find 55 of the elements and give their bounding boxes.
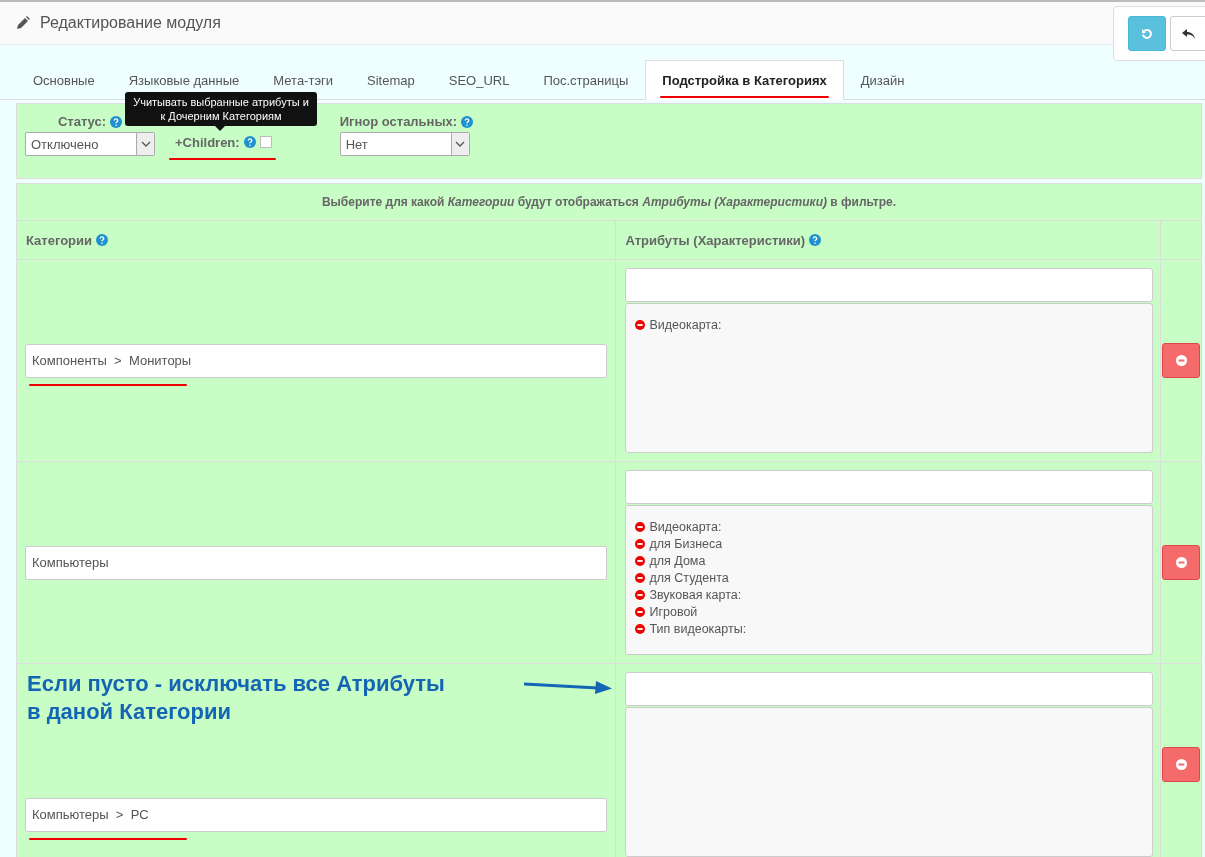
help-icon[interactable] [809,234,822,246]
help-icon[interactable] [110,115,123,128]
minus-circle-icon [635,319,646,330]
ignore-select[interactable]: Нет [339,132,470,156]
minus-circle-icon [635,606,646,617]
tab[interactable]: Пос.страницы [526,60,646,99]
attribute-item[interactable]: для Студента [649,570,729,585]
attribute-item[interactable]: Игровой [649,604,698,619]
minus-circle-icon [635,572,646,583]
page-title: Редактирование модуля [40,14,221,32]
attribute-search-field[interactable] [625,470,1153,504]
tab[interactable]: Подстройка в Категориях [645,60,844,100]
minus-circle-icon [635,623,646,634]
attribute-item[interactable]: Звуковая карта: [649,587,742,602]
children-label: +Children: [175,134,240,150]
minus-circle-icon [1175,557,1187,568]
attribute-search-field[interactable] [625,672,1153,706]
help-icon[interactable] [243,136,256,148]
category-field[interactable]: Компьютеры > PC [25,797,608,832]
tab[interactable]: Дизайн [843,60,922,99]
status-select[interactable]: Отключено [25,132,155,156]
remove-button[interactable] [1162,747,1200,782]
remove-button[interactable] [1162,343,1200,378]
attribute-item[interactable]: Видеокарта: [649,317,722,332]
minus-circle-icon [1175,355,1187,366]
remove-button[interactable] [1162,545,1200,580]
column-header: Категории [26,232,93,248]
annotation-text: Если пусто - исключать все Атрибуты в даной Категории [27,670,445,726]
minus-circle-icon [635,538,646,549]
tab[interactable]: Sitemap [350,60,432,99]
pencil-icon [16,16,30,30]
column-header: Атрибуты (Характеристики) [625,232,806,248]
tab[interactable]: Основные [16,60,112,99]
reply-arrow-icon [1182,27,1196,40]
minus-circle-icon [635,521,646,532]
help-icon[interactable] [461,115,474,128]
category-field[interactable]: Компьютеры [25,545,608,580]
refresh-icon [1141,27,1153,40]
status-label: Статус: [57,114,107,129]
attribute-item[interactable]: для Бизнеса [649,536,723,551]
help-icon[interactable] [96,234,109,246]
ignore-label: Игнор остальных: [339,114,458,129]
minus-circle-icon [635,555,646,566]
attribute-search-field[interactable] [625,268,1153,302]
back-button[interactable] [1170,16,1205,51]
minus-circle-icon [1175,759,1187,770]
tooltip-pointer-icon [215,126,225,131]
category-field[interactable]: Компоненты > Мониторы [25,343,608,378]
minus-circle-icon [635,589,646,600]
tab[interactable]: SEO_URL [431,60,527,99]
attribute-item[interactable]: для Дома [649,553,706,568]
table-caption: Выберите для какой Категории будут отображаться Атрибуты (Характеристики) в фильтре. [16,183,1202,221]
attribute-item[interactable]: Тип видеокарты: [649,621,747,636]
attribute-item[interactable]: Видеокарта: [649,519,722,534]
children-checkbox[interactable] [259,136,272,148]
